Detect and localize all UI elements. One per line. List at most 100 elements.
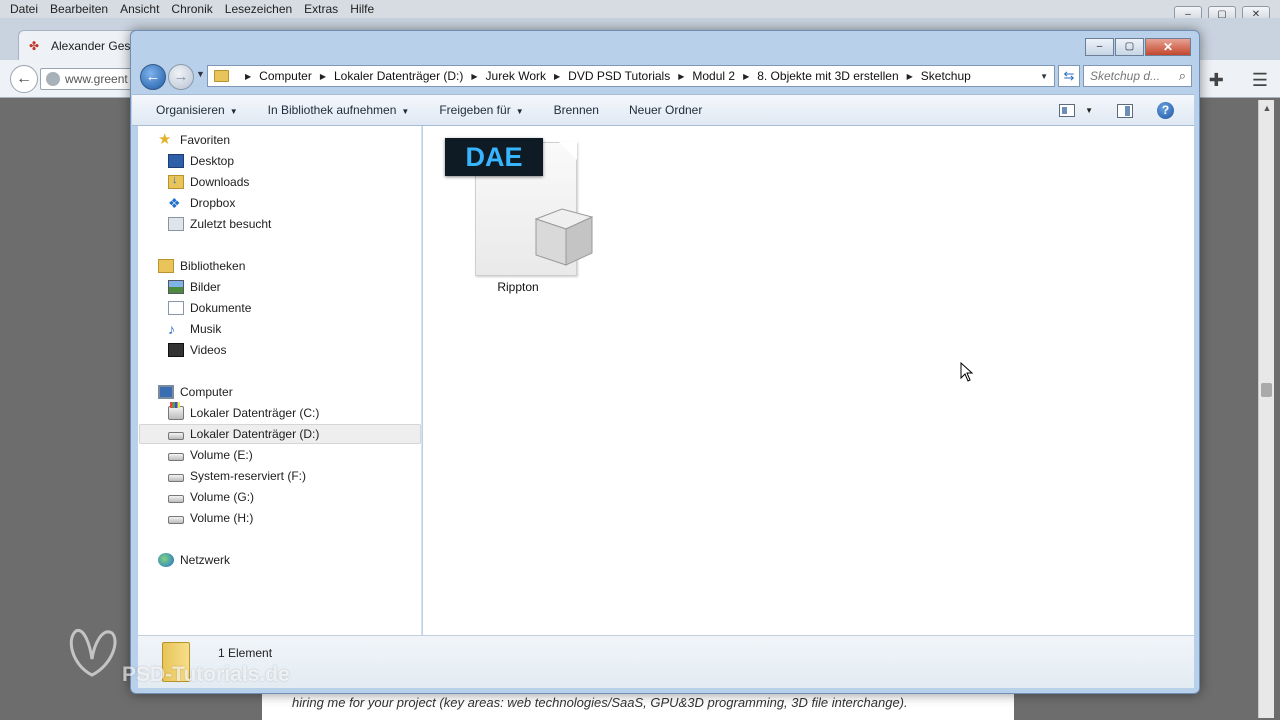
addons-icon[interactable]: ✚	[1209, 70, 1224, 91]
explorer-close-button[interactable]: ✕	[1145, 38, 1191, 56]
menu-hilfe[interactable]: Hilfe	[350, 2, 374, 16]
nav-network[interactable]: Netzwerk	[158, 550, 230, 570]
videos-icon	[168, 343, 184, 357]
search-placeholder: Sketchup d...	[1090, 69, 1161, 83]
menu-chronik[interactable]: Chronik	[171, 2, 212, 16]
nav-drive-d-label: Lokaler Datenträger (D:)	[190, 427, 320, 441]
nav-drive-c[interactable]: Lokaler Datenträger (C:)	[168, 402, 319, 423]
explorer-back-button[interactable]: ←	[140, 64, 166, 90]
file-item[interactable]: DAE Rippton	[443, 136, 594, 301]
navigation-pane: ★ Favoriten Desktop Downloads ❖ Dropbox Zu…	[138, 126, 422, 635]
menu-bearbeiten[interactable]: Bearbeiten	[50, 2, 108, 16]
nav-documents[interactable]: Dokumente	[168, 298, 251, 318]
music-icon: ♪	[168, 321, 175, 337]
explorer-forward-button[interactable]: →	[168, 64, 194, 90]
share-button[interactable]: Freigeben für ▼	[439, 103, 523, 117]
menu-extras[interactable]: Extras	[304, 2, 338, 16]
organize-label: Organisieren	[156, 103, 225, 117]
explorer-maximize-button[interactable]: ▢	[1115, 38, 1144, 56]
breadcrumb-separator-icon[interactable]: ▶	[554, 72, 560, 81]
nav-videos-label: Videos	[190, 343, 227, 357]
breadcrumb-objekte-3d[interactable]: 8. Objekte mit 3D erstellen	[757, 69, 898, 83]
burn-button[interactable]: Brennen	[554, 103, 599, 117]
menu-ansicht[interactable]: Ansicht	[120, 2, 159, 16]
help-icon[interactable]: ?	[1157, 102, 1174, 119]
change-view-icon[interactable]	[1059, 104, 1076, 117]
breadcrumb-separator-icon[interactable]: ▶	[907, 72, 913, 81]
tab-title: Alexander Gess	[51, 38, 137, 53]
breadcrumb-drive-d[interactable]: Lokaler Datenträger (D:)	[334, 69, 463, 83]
browser-tab[interactable]: ✤ Alexander Gess	[18, 30, 148, 60]
address-dropdown-icon[interactable]: ▼	[1040, 72, 1048, 81]
nav-downloads-label: Downloads	[190, 175, 250, 189]
nav-pictures-label: Bilder	[190, 280, 221, 294]
breadcrumb-jurek-work[interactable]: Jurek Work	[486, 69, 546, 83]
search-icon[interactable]: ⌕	[1179, 68, 1186, 84]
nav-drive-e[interactable]: Volume (E:)	[168, 445, 253, 465]
drive-icon	[168, 474, 184, 482]
view-options-dropdown-icon[interactable]: ▼	[1085, 106, 1093, 115]
nav-music-label: Musik	[190, 322, 222, 336]
nav-music[interactable]: ♪ Musik	[168, 319, 221, 339]
globe-icon	[46, 72, 60, 86]
nav-drive-d[interactable]: Lokaler Datenträger (D:)	[139, 424, 421, 444]
breadcrumb-modul-2[interactable]: Modul 2	[692, 69, 735, 83]
scroll-up-icon[interactable]: ▲	[1259, 100, 1275, 116]
breadcrumb-separator-icon[interactable]: ▶	[320, 72, 326, 81]
nav-videos[interactable]: Videos	[168, 340, 226, 360]
share-label: Freigeben für	[439, 103, 511, 117]
new-folder-button[interactable]: Neuer Ordner	[629, 103, 702, 117]
address-bar[interactable]: ▶ Computer ▶ Lokaler Datenträger (D:) ▶ …	[207, 65, 1055, 87]
breadcrumb-separator-icon[interactable]: ▶	[471, 72, 477, 81]
nav-recent[interactable]: Zuletzt besucht	[168, 214, 271, 234]
nav-drive-h-label: Volume (H:)	[190, 511, 254, 525]
hamburger-menu-icon[interactable]: ☰	[1252, 70, 1268, 91]
watermark-logo: PSD-Tutorials.de	[62, 625, 302, 686]
breadcrumb-separator-icon[interactable]: ▶	[743, 72, 749, 81]
explorer-window-controls: – ▢ ✕	[1085, 38, 1191, 56]
nav-computer[interactable]: Computer	[158, 382, 233, 402]
nav-libraries[interactable]: Bibliotheken	[158, 256, 245, 276]
chevron-down-icon: ▼	[401, 107, 410, 116]
search-input[interactable]: Sketchup d... ⌕	[1083, 65, 1192, 87]
recent-pages-dropdown-icon[interactable]: ▼	[196, 69, 205, 79]
file-type-badge: DAE	[445, 138, 543, 176]
breadcrumb-sketchup[interactable]: Sketchup	[921, 69, 971, 83]
nav-drive-g[interactable]: Volume (G:)	[168, 487, 254, 507]
nav-drive-e-label: Volume (E:)	[190, 448, 253, 462]
breadcrumb-computer[interactable]: Computer	[259, 69, 312, 83]
file-list[interactable]: DAE Rippton	[423, 126, 1194, 635]
butterfly-logo-icon	[69, 629, 117, 677]
mouse-cursor-icon	[960, 362, 974, 382]
nav-drive-g-label: Volume (G:)	[190, 490, 255, 504]
browser-back-button[interactable]: ←	[10, 65, 38, 93]
refresh-button[interactable]: ⇆	[1058, 65, 1080, 87]
explorer-minimize-button[interactable]: –	[1085, 38, 1114, 56]
breadcrumb-separator-icon[interactable]: ▶	[245, 72, 251, 81]
browser-scrollbar[interactable]: ▲	[1258, 100, 1274, 718]
cube-icon	[534, 208, 594, 266]
nav-pictures[interactable]: Bilder	[168, 277, 221, 297]
nav-desktop[interactable]: Desktop	[168, 151, 234, 171]
nav-computer-label: Computer	[180, 385, 233, 399]
menu-datei[interactable]: Datei	[10, 2, 38, 16]
chevron-down-icon: ▼	[229, 107, 238, 116]
nav-drive-h[interactable]: Volume (H:)	[168, 508, 253, 528]
nav-favorites[interactable]: ★ Favoriten	[158, 130, 230, 150]
nav-dropbox[interactable]: ❖ Dropbox	[168, 193, 235, 213]
nav-drive-f[interactable]: System-reserviert (F:)	[168, 466, 306, 486]
include-library-button[interactable]: In Bibliothek aufnehmen ▼	[268, 103, 410, 117]
breadcrumb-separator-icon[interactable]: ▶	[678, 72, 684, 81]
explorer-window: – ▢ ✕ ← → ▼ ▶ Computer ▶ Lokaler Datentr…	[130, 30, 1200, 694]
scrollbar-thumb[interactable]	[1261, 383, 1272, 397]
preview-pane-icon[interactable]	[1117, 103, 1133, 118]
file-name: Rippton	[497, 280, 539, 294]
organize-button[interactable]: Organisieren ▼	[156, 103, 238, 117]
dropbox-icon: ❖	[168, 195, 181, 211]
breadcrumb-dvd-psd-tutorials[interactable]: DVD PSD Tutorials	[568, 69, 670, 83]
menu-lesezeichen[interactable]: Lesezeichen	[225, 2, 292, 16]
nav-downloads[interactable]: Downloads	[168, 172, 249, 192]
nav-documents-label: Dokumente	[190, 301, 252, 315]
drive-icon	[168, 432, 184, 440]
drive-icon	[168, 495, 184, 503]
